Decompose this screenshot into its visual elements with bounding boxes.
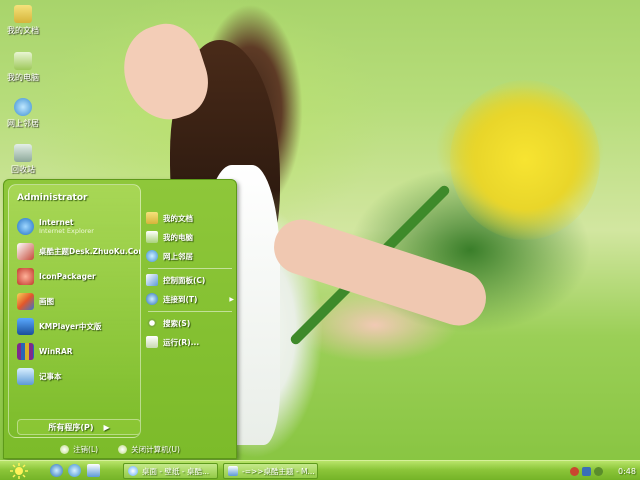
network-icon <box>146 250 158 262</box>
program-notepad[interactable]: 记事本 <box>17 365 139 387</box>
folder-icon <box>14 5 32 23</box>
logoff-button[interactable]: 注销(L) <box>60 444 98 455</box>
desktop-icon-my-documents[interactable]: 我的文档 <box>0 5 46 36</box>
iconpackager-icon <box>17 267 34 285</box>
taskbar: 桌面 - 壁纸 - 桌酷... -=>>桌酷主题 - M... 0:48 <box>0 460 640 480</box>
start-menu-programs-pane: Administrator Internet Internet Explorer… <box>8 184 141 438</box>
task-label: -=>>桌酷主题 - M... <box>242 466 315 476</box>
menu-item-label: 控制面板(C) <box>163 275 206 285</box>
program-title: WinRAR <box>39 346 73 356</box>
desktop-icon-label: 网上邻居 <box>7 119 39 128</box>
arrow-right-icon: ▶ <box>229 295 234 303</box>
program-title: Internet <box>39 217 74 227</box>
desktop-icon-recycle-bin[interactable]: 回收站 <box>0 144 46 175</box>
start-menu-footer: 注销(L) 关闭计算机(U) <box>4 440 236 459</box>
folder-icon <box>146 212 158 224</box>
menu-item-control-panel[interactable]: 控制面板(C) <box>146 272 234 288</box>
menu-item-label: 我的电脑 <box>163 232 193 242</box>
computer-icon <box>146 231 158 243</box>
all-programs-label: 所有程序(P) <box>48 422 94 432</box>
kmplayer-icon <box>17 317 34 335</box>
menu-item-label: 我的文档 <box>163 213 193 223</box>
program-title: KMPlayer中文版 <box>39 321 102 331</box>
browser-icon <box>128 466 138 476</box>
internet-explorer-icon <box>17 217 34 235</box>
program-paint[interactable]: 画图 <box>17 290 139 312</box>
system-tray: 0:48 <box>570 463 638 479</box>
task-button-browser[interactable]: 桌面 - 壁纸 - 桌酷... <box>123 463 218 479</box>
menu-separator <box>148 311 232 312</box>
desktop-icon-label: 我的电脑 <box>7 73 39 82</box>
menu-item-run[interactable]: 运行(R)... <box>146 334 234 350</box>
task-label: 桌面 - 壁纸 - 桌酷... <box>142 466 210 476</box>
desktop-icon-label: 我的文档 <box>7 26 39 35</box>
program-kmplayer[interactable]: KMPlayer中文版 <box>17 315 139 337</box>
all-programs-button[interactable]: 所有程序(P) ▶ <box>17 419 140 435</box>
zhuoku-theme-icon <box>17 242 34 260</box>
menu-item-label: 搜索(S) <box>163 318 191 328</box>
start-button[interactable] <box>2 462 36 480</box>
shutdown-button[interactable]: 关闭计算机(U) <box>118 444 180 455</box>
winrar-icon <box>17 342 34 360</box>
menu-item-search[interactable]: 搜索(S) <box>146 315 234 331</box>
shutdown-label: 关闭计算机(U) <box>131 445 180 454</box>
computer-icon <box>14 52 32 70</box>
recycle-bin-icon <box>14 144 32 162</box>
menu-item-connect-to[interactable]: 连接到(T) ▶ <box>146 291 234 307</box>
task-button-window[interactable]: -=>>桌酷主题 - M... <box>223 463 318 479</box>
program-title: 记事本 <box>39 371 62 381</box>
menu-item-label: 网上邻居 <box>163 251 193 261</box>
desktop-icon-my-computer[interactable]: 我的电脑 <box>0 52 46 83</box>
paint-icon <box>17 292 34 310</box>
program-title: 桌酷主题Desk.ZhuoKu.Com <box>39 246 141 256</box>
program-iconpackager[interactable]: IconPackager <box>17 265 139 287</box>
volume-tray-icon[interactable] <box>594 466 603 476</box>
user-name: Administrator <box>17 193 88 203</box>
program-zhuoku-theme[interactable]: 桌酷主题Desk.ZhuoKu.Com <box>17 240 141 262</box>
network-icon <box>14 98 32 116</box>
start-menu: Administrator Internet Internet Explorer… <box>3 179 237 459</box>
desktop-icon-label: 回收站 <box>11 165 35 174</box>
menu-item-label: 运行(R)... <box>163 337 200 347</box>
quicklaunch-globe-icon[interactable] <box>68 464 81 477</box>
sun-logo-icon <box>10 463 28 479</box>
menu-item-my-documents[interactable]: 我的文档 <box>146 210 234 226</box>
quicklaunch-desktop-icon[interactable] <box>87 464 100 477</box>
control-panel-icon <box>146 274 158 286</box>
menu-item-label: 连接到(T) <box>163 294 198 304</box>
arrow-right-icon: ▶ <box>103 422 110 432</box>
program-winrar[interactable]: WinRAR <box>17 340 139 362</box>
search-icon <box>146 317 158 329</box>
program-title: IconPackager <box>39 271 96 281</box>
network-tray-icon[interactable] <box>582 466 591 476</box>
power-icon <box>118 445 128 454</box>
run-icon <box>146 336 158 348</box>
menu-item-my-computer[interactable]: 我的电脑 <box>146 229 234 245</box>
connect-icon <box>146 293 158 305</box>
program-title: 画图 <box>39 296 54 306</box>
menu-separator <box>148 268 232 269</box>
program-subtitle: Internet Explorer <box>39 226 94 235</box>
menu-item-network[interactable]: 网上邻居 <box>146 248 234 264</box>
logoff-icon <box>60 445 70 454</box>
logoff-label: 注销(L) <box>73 445 99 454</box>
clock: 0:48 <box>618 466 636 476</box>
desktop-icon-network[interactable]: 网上邻居 <box>0 98 46 129</box>
user-tray-icon[interactable] <box>570 466 579 476</box>
window-icon <box>228 466 238 476</box>
program-internet[interactable]: Internet Internet Explorer <box>17 215 139 237</box>
quicklaunch-ie-icon[interactable] <box>50 464 63 477</box>
notepad-icon <box>17 367 34 385</box>
